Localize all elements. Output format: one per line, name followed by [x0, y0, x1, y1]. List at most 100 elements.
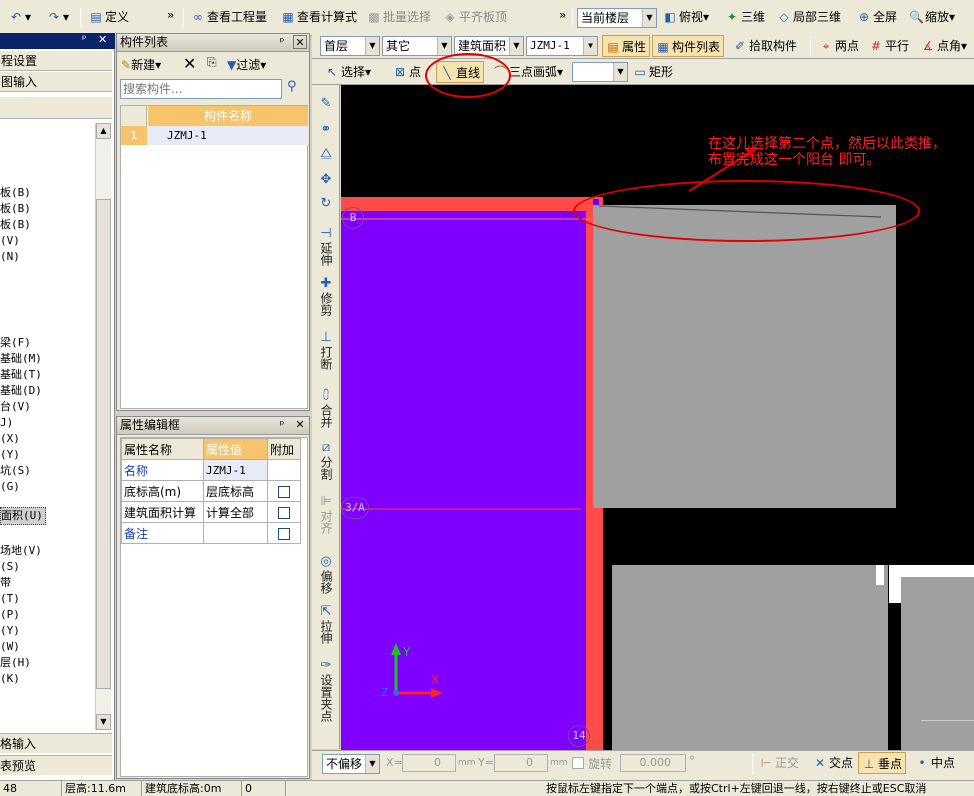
- perpendicular-button[interactable]: ⊥ 垂点: [858, 752, 907, 774]
- left-scrollbar[interactable]: ▲ ▼: [95, 123, 111, 730]
- tree-item[interactable]: 带: [0, 575, 11, 591]
- tool-split[interactable]: ⧄ 分割: [314, 440, 338, 483]
- search-icon[interactable]: ⚲: [287, 79, 305, 99]
- property-row[interactable]: 建筑面积计算 计算全部: [121, 501, 301, 523]
- tree-item[interactable]: J): [0, 415, 13, 431]
- tree-item[interactable]: (G): [0, 479, 20, 495]
- tree-item[interactable]: (V): [0, 233, 20, 249]
- toolbar-overflow-2[interactable]: »: [556, 4, 569, 26]
- rotate-checkbox[interactable]: [572, 757, 584, 769]
- tree-item[interactable]: (T): [0, 591, 20, 607]
- flush-slab-top-button[interactable]: ◈ 平齐板顶: [440, 6, 510, 28]
- rectangle-button[interactable]: ▭ 矩形: [630, 61, 676, 83]
- tool-align[interactable]: ⊫ 对齐: [314, 494, 338, 537]
- define-button[interactable]: ▤ 定义: [86, 6, 132, 28]
- tree-item[interactable]: (W): [0, 639, 20, 655]
- property-row[interactable]: 备注: [121, 522, 301, 544]
- floor-select[interactable]: 首层 ▼: [320, 36, 380, 56]
- tree-item[interactable]: 板(B): [0, 217, 31, 233]
- table-row[interactable]: 1 JZMJ-1: [121, 126, 308, 145]
- tree-item[interactable]: 场地(V): [0, 543, 42, 559]
- select-button[interactable]: ↖ 选择▾: [322, 61, 374, 83]
- move-icon[interactable]: ✥: [314, 172, 338, 188]
- local-3d-button[interactable]: ◇ 局部三维: [774, 6, 844, 28]
- left-bottom-report-preview[interactable]: 表预览: [0, 755, 112, 775]
- filter-button[interactable]: ▼过滤▾: [227, 55, 266, 75]
- property-row[interactable]: 底标高(m) 层底标高: [121, 480, 301, 502]
- x-coord-input[interactable]: 0: [402, 754, 456, 772]
- pin-icon[interactable]: ᵖ: [275, 418, 289, 432]
- copy-tool-icon[interactable]: ⚭: [314, 122, 338, 138]
- tool-stretch[interactable]: ⇱ 拉伸: [314, 604, 338, 647]
- tree-item[interactable]: 面积(U): [0, 507, 46, 525]
- shape-select[interactable]: ▼: [572, 62, 628, 82]
- ortho-button[interactable]: ⊢ 正交: [756, 752, 802, 774]
- pin-icon[interactable]: ᵖ: [275, 35, 289, 49]
- fullscreen-button[interactable]: ⊕ 全屏: [854, 6, 900, 28]
- left-item-project-settings[interactable]: 程设置: [0, 51, 112, 71]
- zoom-button[interactable]: 🔍缩放▾: [906, 6, 958, 28]
- tree-item[interactable]: (Y): [0, 623, 20, 639]
- offset-mode-select[interactable]: 不偏移 ▼: [322, 754, 380, 774]
- property-row[interactable]: 名称 JZMJ-1: [121, 459, 301, 481]
- tree-item[interactable]: 基础(M): [0, 351, 42, 367]
- scroll-up-icon[interactable]: ▲: [96, 123, 111, 139]
- tree-item[interactable]: (N): [0, 249, 20, 265]
- tree-item[interactable]: 层(H): [0, 655, 31, 671]
- point-button[interactable]: ⊠ 点: [390, 61, 424, 83]
- tool-break[interactable]: ⊥ 打断: [314, 330, 338, 373]
- left-pin-icon[interactable]: ᵖ: [82, 34, 86, 45]
- tree-item[interactable]: 基础(D): [0, 383, 42, 399]
- prop-value[interactable]: JZMJ-1: [203, 459, 268, 481]
- view-formula-button[interactable]: ▦ 查看计算式: [278, 6, 360, 28]
- eraser-icon[interactable]: ✎: [314, 96, 338, 112]
- tool-extend[interactable]: ⊣ 延伸: [314, 226, 338, 269]
- tree-item[interactable]: (Y): [0, 447, 20, 463]
- checkbox[interactable]: [278, 506, 290, 519]
- tree-item[interactable]: (K): [0, 671, 20, 687]
- left-item-drawing-input[interactable]: 图输入: [0, 72, 112, 92]
- prop-value[interactable]: [203, 522, 268, 544]
- toolbar-overflow[interactable]: »: [164, 4, 177, 26]
- prop-value[interactable]: 计算全部: [203, 501, 268, 523]
- properties-button[interactable]: ▤ 属性: [602, 35, 651, 57]
- tree-item[interactable]: 梁(F): [0, 335, 31, 351]
- batch-select-button[interactable]: ▩ 批量选择: [364, 6, 434, 28]
- tree-item[interactable]: (X): [0, 431, 20, 447]
- two-points-button[interactable]: ⌖ 两点: [816, 35, 862, 57]
- point-angle-button[interactable]: ∡ 点角▾: [918, 35, 970, 57]
- component-search-input[interactable]: [120, 79, 282, 99]
- tree-item[interactable]: 台(V): [0, 399, 31, 415]
- top-view-button[interactable]: ◧ 俯视▾: [660, 6, 712, 28]
- tree-item[interactable]: 板(B): [0, 201, 31, 217]
- rotate-input[interactable]: 0.000: [620, 754, 686, 772]
- close-icon[interactable]: ✕: [293, 35, 307, 49]
- component-list-button[interactable]: ▦ 构件列表: [652, 35, 725, 57]
- scroll-down-icon[interactable]: ▼: [96, 714, 111, 730]
- midpoint-button[interactable]: • 中点: [912, 752, 958, 774]
- tool-offset[interactable]: ◎ 偏移: [314, 554, 338, 597]
- scroll-thumb[interactable]: [96, 199, 111, 689]
- current-floor-combo[interactable]: 当前楼层 ▼: [577, 8, 657, 28]
- redo-button[interactable]: ↷ ▾: [44, 6, 72, 28]
- parallel-button[interactable]: # 平行: [866, 35, 912, 57]
- three-d-button[interactable]: ✦ 三维: [722, 6, 768, 28]
- pick-component-button[interactable]: ✐ 拾取构件: [730, 35, 800, 57]
- tool-trim[interactable]: ✚ 修剪: [314, 276, 338, 319]
- category-select[interactable]: 其它 ▼: [382, 36, 452, 56]
- intersection-button[interactable]: ✕ 交点: [810, 752, 856, 774]
- tree-item[interactable]: 板(B): [0, 185, 31, 201]
- new-component-button[interactable]: ✎新建▾: [121, 55, 161, 75]
- tool-merge[interactable]: ⩇ 合并: [314, 388, 338, 431]
- mirror-icon[interactable]: ⧋: [314, 146, 338, 162]
- component-select[interactable]: JZMJ-1 ▼: [526, 36, 598, 56]
- tree-item[interactable]: 基础(T): [0, 367, 42, 383]
- left-close-icon[interactable]: ✕: [98, 33, 107, 46]
- tree-item[interactable]: (S): [0, 559, 20, 575]
- view-quantity-button[interactable]: ∞ 查看工程量: [188, 6, 270, 28]
- rotate-icon[interactable]: ↻: [314, 196, 338, 212]
- checkbox[interactable]: [278, 485, 290, 498]
- tree-item[interactable]: (P): [0, 607, 20, 623]
- checkbox[interactable]: [278, 527, 290, 540]
- tool-set-grip[interactable]: ✑ 设置夹点: [314, 658, 338, 725]
